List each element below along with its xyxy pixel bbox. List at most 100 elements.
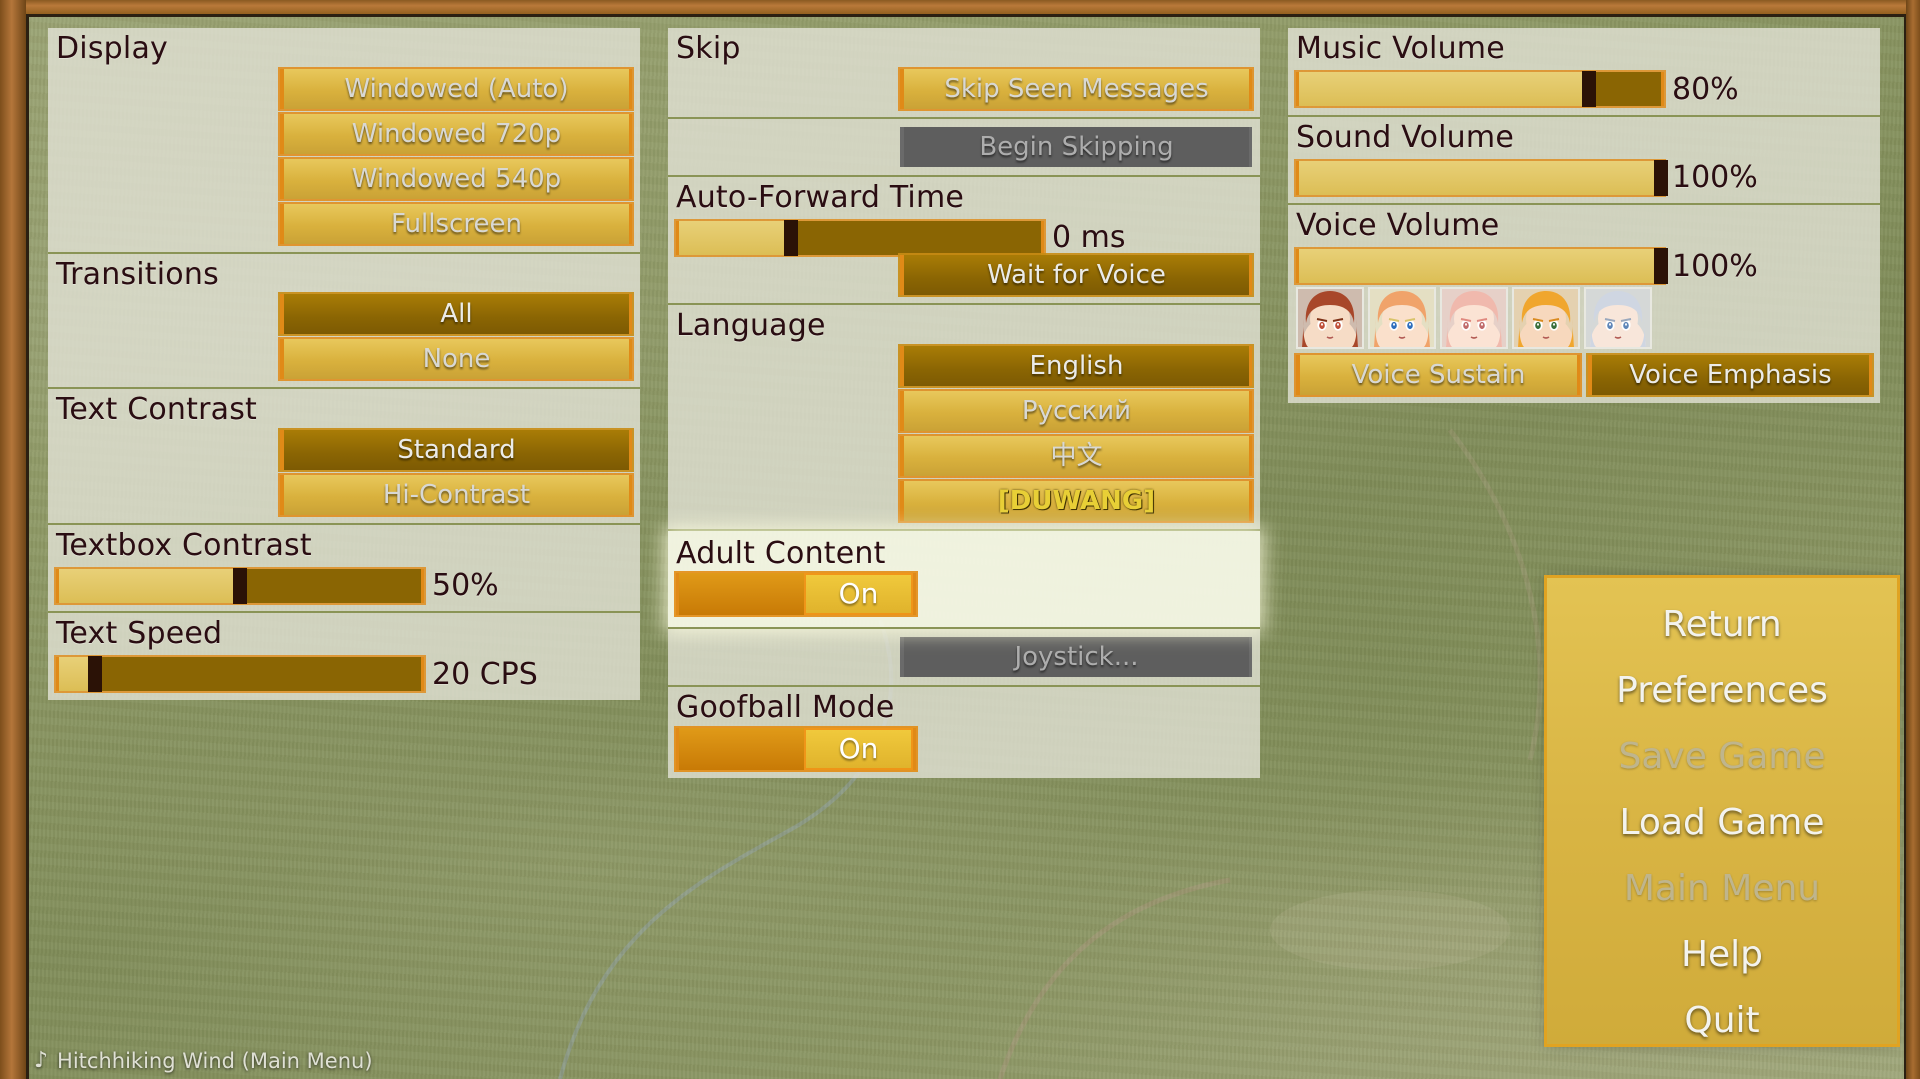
slider-text-speed-row: 20 CPS <box>56 654 632 692</box>
preference-label-textbox-contrast: Textbox Contrast <box>56 527 312 563</box>
slider-music-volume[interactable] <box>1296 71 1664 107</box>
button-item[interactable]: Русский <box>900 390 1252 431</box>
button-fullscreen[interactable]: Fullscreen <box>280 203 632 244</box>
button-none[interactable]: None <box>280 339 632 379</box>
preference-row-text-contrast: Text Contrast Standard Hi-Contrast <box>48 389 640 525</box>
portrait-character-4[interactable] <box>1512 286 1580 349</box>
preference-label-auto-forward-time: Auto-Forward Time <box>676 179 965 215</box>
slider-sound-volume[interactable] <box>1296 159 1668 196</box>
button-stack-actions: Begin Skipping <box>676 126 1252 167</box>
button-english[interactable]: English <box>900 345 1252 386</box>
button-skip-seen-messages[interactable]: Skip Seen Messages <box>900 68 1252 109</box>
game-menu-item-quit[interactable]: Quit <box>1557 988 1887 1054</box>
slider-sound-volume-thumb[interactable] <box>1654 159 1668 196</box>
preference-row-textbox-contrast: Textbox Contrast 50% <box>48 524 640 613</box>
toggle-holder-adult-content: On <box>676 573 1252 615</box>
button-windowed-720p[interactable]: Windowed 720p <box>280 113 632 154</box>
slider-music-volume-value: 80% <box>1672 71 1739 107</box>
game-menu-item-help[interactable]: Help <box>1557 922 1887 988</box>
preference-label-text-contrast: Text Contrast <box>56 392 257 427</box>
preference-label-text-speed: Text Speed <box>56 616 223 651</box>
music-status-bar: ♪ Hitchhiking Wind (Main Menu) <box>34 1048 373 1073</box>
slider-text-speed-thumb[interactable] <box>88 656 103 692</box>
preference-row-auto-forward-time: Auto-Forward Time 0 ms Wait for Voice <box>668 176 1260 305</box>
toggle-holder-goofball-mode: On <box>676 727 1252 770</box>
window-frame-top <box>0 0 1920 14</box>
slider-textbox-contrast-value: 50% <box>432 568 499 603</box>
button-stack-language: English Русский 中文 [DUWANG] <box>676 345 1252 521</box>
slider-sound-volume-fill <box>1299 160 1661 195</box>
voice-portrait-row <box>1296 286 1872 349</box>
preferences-column-display: Display Windowed (Auto) Windowed 720p Windo… <box>48 28 640 700</box>
toggle-adult-content[interactable]: On <box>676 573 916 615</box>
slider-voice-volume-value: 100% <box>1672 248 1758 284</box>
slider-textbox-contrast-thumb[interactable] <box>233 567 247 604</box>
preference-label-display: Display <box>56 31 168 66</box>
preference-row-transitions: Transitions All None <box>48 253 640 389</box>
button-stack-transitions: All None <box>56 294 632 379</box>
toggle-adult-content-knob[interactable]: On <box>806 575 911 613</box>
slider-auto-forward-time-thumb[interactable] <box>784 219 799 256</box>
slider-voice-volume-thumb[interactable] <box>1654 248 1668 284</box>
preference-label-goofball-mode: Goofball Mode <box>676 690 895 725</box>
preference-row-music-volume: Music Volume 80% <box>1288 28 1880 117</box>
game-menu-item-load-game[interactable]: Load Game <box>1557 790 1887 856</box>
preference-row-adult-content: Adult Content On <box>668 530 1260 629</box>
preference-label-voice-volume: Voice Volume <box>1296 208 1500 243</box>
preferences-column-skip-language: Skip Skip Seen Messages Begin Skipping Auto… <box>668 28 1260 778</box>
window-frame-right <box>1906 0 1920 1079</box>
preference-row-skip: Skip Skip Seen Messages <box>668 28 1260 119</box>
button-standard[interactable]: Standard <box>280 429 632 470</box>
portrait-character-1[interactable] <box>1296 286 1364 349</box>
button-windowed-540p[interactable]: Windowed 540p <box>280 158 632 199</box>
toggle-goofball-mode-knob[interactable]: On <box>806 729 911 768</box>
button-voice-sustain[interactable]: Voice Sustain <box>1296 354 1580 395</box>
button-windowed-auto[interactable]: Windowed (Auto) <box>280 68 632 109</box>
preference-row-begin-skipping: Begin Skipping <box>668 118 1260 177</box>
preferences-column-audio: Music Volume 80% Sound Volume 100% Voice Vol… <box>1288 28 1880 403</box>
preference-row-display: Display Windowed (Auto) Windowed 720p Windo… <box>48 28 640 254</box>
slider-sound-volume-row: 100% <box>1296 157 1872 196</box>
slider-voice-volume[interactable] <box>1296 248 1668 284</box>
slider-text-speed-value: 20 CPS <box>432 656 538 692</box>
preference-label-sound-volume: Sound Volume <box>1296 119 1514 155</box>
game-menu-item-return[interactable]: Return <box>1557 592 1887 658</box>
preference-label-skip: Skip <box>676 31 741 66</box>
preference-label-language: Language <box>676 308 826 343</box>
slider-auto-forward-time-row: 0 ms <box>676 217 1252 256</box>
slider-voice-volume-fill <box>1299 249 1661 283</box>
slider-auto-forward-time[interactable] <box>676 219 1044 256</box>
portrait-character-5[interactable] <box>1584 286 1652 349</box>
slider-music-volume-thumb[interactable] <box>1581 71 1596 107</box>
slider-textbox-contrast-fill <box>59 568 240 603</box>
button-stack-actions: Joystick... <box>676 637 1252 677</box>
portrait-character-3[interactable] <box>1440 286 1508 349</box>
slider-auto-forward-time-fill <box>679 220 792 255</box>
button-stack-auto-forward-time: Wait for Voice <box>676 255 1252 295</box>
button-stack-skip: Skip Seen Messages <box>676 68 1252 109</box>
button-duwang[interactable]: [DUWANG] <box>900 480 1252 521</box>
preference-label-music-volume: Music Volume <box>1296 31 1505 66</box>
slider-voice-volume-row: 100% <box>1296 246 1872 284</box>
button-wait-for-voice[interactable]: Wait for Voice <box>900 255 1252 295</box>
slider-textbox-contrast-row: 50% <box>56 565 632 604</box>
preference-row-goofball-mode: Goofball Mode On <box>668 687 1260 778</box>
preference-row-language: Language English Русский 中文 [DUWANG] <box>668 305 1260 531</box>
game-menu-panel: Return Preferences Save Game Load Game Main … <box>1547 578 1897 1044</box>
slider-textbox-contrast[interactable] <box>56 567 424 604</box>
preference-label-transitions: Transitions <box>56 256 219 292</box>
button-hi-contrast[interactable]: Hi-Contrast <box>280 474 632 515</box>
slider-auto-forward-time-value: 0 ms <box>1052 220 1126 255</box>
button-all[interactable]: All <box>280 294 632 334</box>
slider-music-volume-fill <box>1299 72 1589 106</box>
toggle-goofball-mode[interactable]: On <box>676 727 916 770</box>
button-item[interactable]: 中文 <box>900 435 1252 476</box>
slider-text-speed[interactable] <box>56 656 424 692</box>
portrait-character-2[interactable] <box>1368 286 1436 349</box>
button-voice-emphasis[interactable]: Voice Emphasis <box>1588 354 1872 395</box>
window-frame-left <box>0 0 26 1079</box>
button-stack-text-contrast: Standard Hi-Contrast <box>56 429 632 515</box>
button-begin-skipping: Begin Skipping <box>900 126 1252 167</box>
game-menu-item-main-menu: Main Menu <box>1623 868 1821 909</box>
game-menu-item-preferences[interactable]: Preferences <box>1557 658 1887 724</box>
